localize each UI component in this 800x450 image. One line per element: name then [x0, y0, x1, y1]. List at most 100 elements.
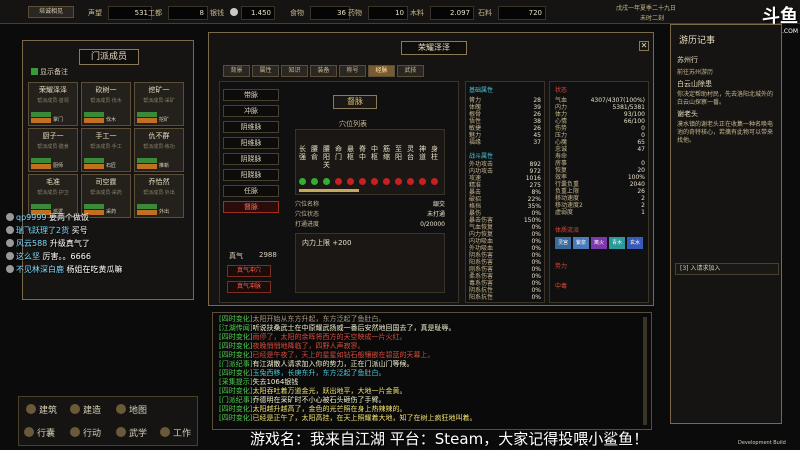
tab-attributes[interactable]: 属性: [252, 65, 279, 77]
member-job: 掌门: [53, 117, 64, 123]
bloodline-chip[interactable]: 灵宫: [555, 237, 571, 249]
bloodline-chip[interactable]: 离火: [591, 237, 607, 249]
menu-building[interactable]: 建筑: [26, 403, 57, 416]
menu-map[interactable]: 地图: [116, 403, 147, 416]
tab-background[interactable]: 背景: [223, 65, 250, 77]
acupoint-label[interactable]: 悬枢: [347, 145, 354, 161]
log-line: [四时变化]已经是正午了，太阳高挂，在天上照耀着大地，知了在树上疯狂地叫着。: [219, 414, 477, 422]
acupoint-label[interactable]: 长强: [299, 145, 306, 161]
meridian-chong[interactable]: 冲脉: [223, 105, 279, 117]
acupoint-dot[interactable]: [311, 178, 318, 185]
acupoint-label[interactable]: 腰阳关: [323, 145, 330, 169]
event-log[interactable]: [四时变化]太阳开始从东方升起，东方泛起了鱼肚白。 [江湖传闻]听说扶桑武士在中…: [212, 312, 652, 430]
member-hp-bar: [137, 112, 157, 117]
member-energy-bar: [84, 118, 104, 123]
tab-knowledge[interactable]: 知识: [281, 65, 308, 77]
stat-row: 魅力 45: [469, 132, 541, 139]
member-card[interactable]: 仇不群 帮派成员·练功 推新: [134, 128, 184, 172]
sincere-button[interactable]: 培诚相见: [28, 6, 74, 18]
menu-travel[interactable]: 行囊: [24, 426, 55, 439]
member-role: 帮派成员·首领: [37, 98, 69, 104]
log-line: [四时变化]玉兔西移，长庚东升，东方泛起了鱼肚白。: [219, 369, 386, 377]
tab-martial[interactable]: 武技: [397, 65, 424, 77]
acupoint-dot[interactable]: [359, 178, 366, 185]
join-request-notice[interactable]: [3] 入请求加入: [675, 263, 779, 275]
meridian-yangwei[interactable]: 阳维脉: [223, 137, 279, 149]
member-job: 伐木: [106, 117, 117, 123]
tab-titles[interactable]: 称号: [339, 65, 366, 77]
bloodline-title: 体质流派: [555, 227, 580, 234]
acupoint-dot[interactable]: [299, 178, 306, 185]
bloodline-chip[interactable]: 玄水: [627, 237, 643, 249]
acupoint-label[interactable]: 至阳: [395, 145, 402, 161]
acupoint-scrollbar[interactable]: [299, 189, 359, 192]
zhenqi-break-button[interactable]: 真气冲脉: [227, 281, 271, 293]
zhenqi-flow-button[interactable]: 真气冲穴: [227, 265, 271, 277]
journal-entry[interactable]: 谢老头 漠水镇的谢老头正在收集一种名唤电池的奇特核心，若擒有此物可以带来找他。: [677, 109, 777, 145]
basic-attributes-title: 基础属性: [469, 87, 494, 94]
member-role: 帮派成员·外出: [143, 190, 175, 196]
acupoint-label[interactable]: 命门: [335, 145, 342, 161]
stat-row: 内功攻击 972: [469, 168, 541, 175]
action-icon: [70, 427, 80, 437]
acupoint-dot[interactable]: [323, 178, 330, 185]
prestige-display: 声望 531: [88, 6, 152, 20]
stat-row: 忠诚 47: [555, 146, 645, 153]
stat-row: 体力 93/100: [555, 111, 645, 118]
close-button[interactable]: ✕: [639, 41, 649, 51]
acupoint-label[interactable]: 脊中: [359, 145, 366, 161]
tab-meridians[interactable]: 经脉: [368, 65, 395, 77]
bloodline-chip[interactable]: 青木: [609, 237, 625, 249]
meridian-yinwei[interactable]: 阴维脉: [223, 121, 279, 133]
meridian-du[interactable]: 督脉: [223, 201, 279, 213]
log-scrollbar[interactable]: [643, 317, 647, 425]
acupoint-dot[interactable]: [407, 178, 414, 185]
acupoint-label[interactable]: 筋缩: [383, 145, 390, 161]
member-card[interactable]: 厨子一 帮派成员·膳食 厨师: [28, 128, 78, 172]
member-card[interactable]: 挖矿一 帮派成员·采矿 挖矿: [134, 82, 184, 126]
stat-row: 阳系伤害 0%: [469, 259, 541, 266]
member-card[interactable]: 乔恰然 帮派成员·外出 外出: [134, 174, 184, 218]
chat-message: 风云588 升级真气了: [6, 238, 90, 249]
member-card[interactable]: 手工一 帮派成员·手工 石匠: [81, 128, 131, 172]
gear-icon: [160, 427, 170, 437]
acupoint-progress-row: 打通进度 0/20000: [295, 221, 445, 228]
member-card[interactable]: 荣耀泽泽 帮派成员·首领 掌门: [28, 82, 78, 126]
member-name: 挖矿一: [148, 86, 170, 94]
member-role: 帮派成员·手工: [90, 144, 122, 150]
stat-row: 精准 275: [469, 182, 541, 189]
member-energy-bar: [31, 164, 51, 169]
work-display: 工都 8: [148, 6, 208, 20]
menu-construct[interactable]: 建造: [70, 403, 101, 416]
stat-row: 气血恢复 0%: [469, 224, 541, 231]
meridian-dai[interactable]: 带脉: [223, 89, 279, 101]
acupoint-dot[interactable]: [335, 178, 342, 185]
member-card[interactable]: 砍树一 帮派成员·伐木 伐木: [81, 82, 131, 126]
acupoint-label[interactable]: 身柱: [431, 145, 438, 161]
acupoint-dot[interactable]: [347, 178, 354, 185]
meridian-yinqiao[interactable]: 阴跷脉: [223, 153, 279, 165]
acupoint-label[interactable]: 神道: [419, 145, 426, 161]
meridian-ren[interactable]: 任脉: [223, 185, 279, 197]
acupoint-dot[interactable]: [419, 178, 426, 185]
tab-equipment[interactable]: 装备: [310, 65, 337, 77]
stat-row: 恢复 20: [555, 167, 645, 174]
acupoint-dot[interactable]: [431, 178, 438, 185]
acupoint-label[interactable]: 灵台: [407, 145, 414, 161]
menu-action[interactable]: 行动: [70, 426, 101, 439]
acupoint-label[interactable]: 腰俞: [311, 145, 318, 161]
bloodline-chip[interactable]: 紫泉: [573, 237, 589, 249]
log-line: [门派纪事]乔德明在采矿时不小心被石头砸伤了手臂。: [219, 396, 386, 404]
journal-entry[interactable]: 白云山除患 你决定帮助村民，先去洛阳北城外的白云山探察一番。: [677, 79, 777, 107]
show-notes-toggle[interactable]: 显示备注: [31, 67, 68, 77]
menu-martial[interactable]: 武学: [116, 426, 147, 439]
stat-row: 破招 22%: [469, 196, 541, 203]
acupoint-dot[interactable]: [371, 178, 378, 185]
acupoint-label[interactable]: 中枢: [371, 145, 378, 161]
acupoint-dot[interactable]: [395, 178, 402, 185]
menu-work[interactable]: 工作: [160, 426, 191, 439]
meridian-yangqiao[interactable]: 阳跷脉: [223, 169, 279, 181]
journal-entry[interactable]: 苏州行 前往苏州游历: [677, 55, 777, 76]
member-role: 帮派成员·采矿: [143, 98, 175, 104]
acupoint-dot[interactable]: [383, 178, 390, 185]
